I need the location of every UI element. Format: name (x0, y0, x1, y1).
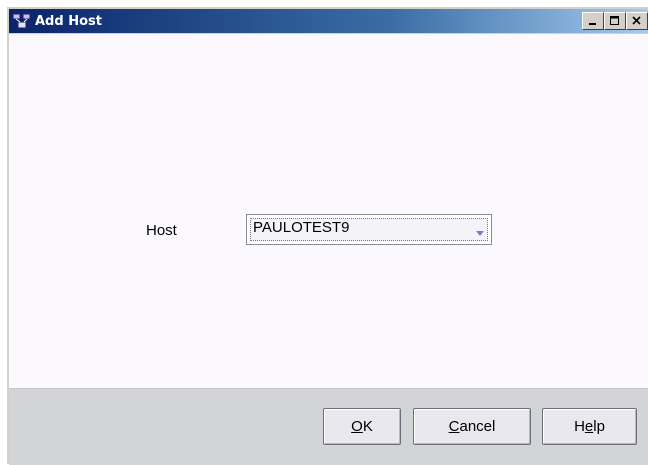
minimize-button[interactable] (582, 12, 604, 30)
help-button-label: lp (593, 418, 605, 435)
close-button[interactable] (626, 12, 648, 30)
cancel-button[interactable]: Cancel (413, 408, 531, 445)
host-label: Host (146, 222, 177, 239)
ok-button[interactable]: OK (323, 408, 401, 445)
button-bar: OK Cancel He lp (9, 389, 648, 465)
help-button[interactable]: He lp (542, 408, 637, 445)
host-dropdown[interactable]: PAULOTEST9 (246, 214, 492, 245)
help-button-prefix: H (574, 418, 585, 435)
window-title: Add Host (35, 13, 102, 29)
maximize-icon (610, 16, 619, 25)
chevron-down-icon[interactable] (475, 224, 485, 242)
maximize-button[interactable] (604, 12, 626, 30)
ok-button-mnemonic: O (351, 418, 363, 435)
title-bar[interactable]: Add Host (9, 9, 648, 33)
dialog-content: Host PAULOTEST9 (9, 34, 648, 389)
minimize-icon (589, 23, 596, 25)
cancel-button-mnemonic: C (448, 418, 460, 435)
add-host-dialog: Add Host Host PAULOTEST9 O K C ancel H e… (6, 6, 648, 465)
host-dropdown-value: PAULOTEST9 (253, 219, 350, 236)
help-button-mnemonic: e (584, 418, 594, 435)
close-icon (632, 16, 641, 25)
window-controls (582, 12, 648, 30)
network-hosts-icon (12, 12, 32, 30)
cancel-button-label: ancel (459, 418, 496, 435)
ok-button-label: K (362, 418, 373, 435)
